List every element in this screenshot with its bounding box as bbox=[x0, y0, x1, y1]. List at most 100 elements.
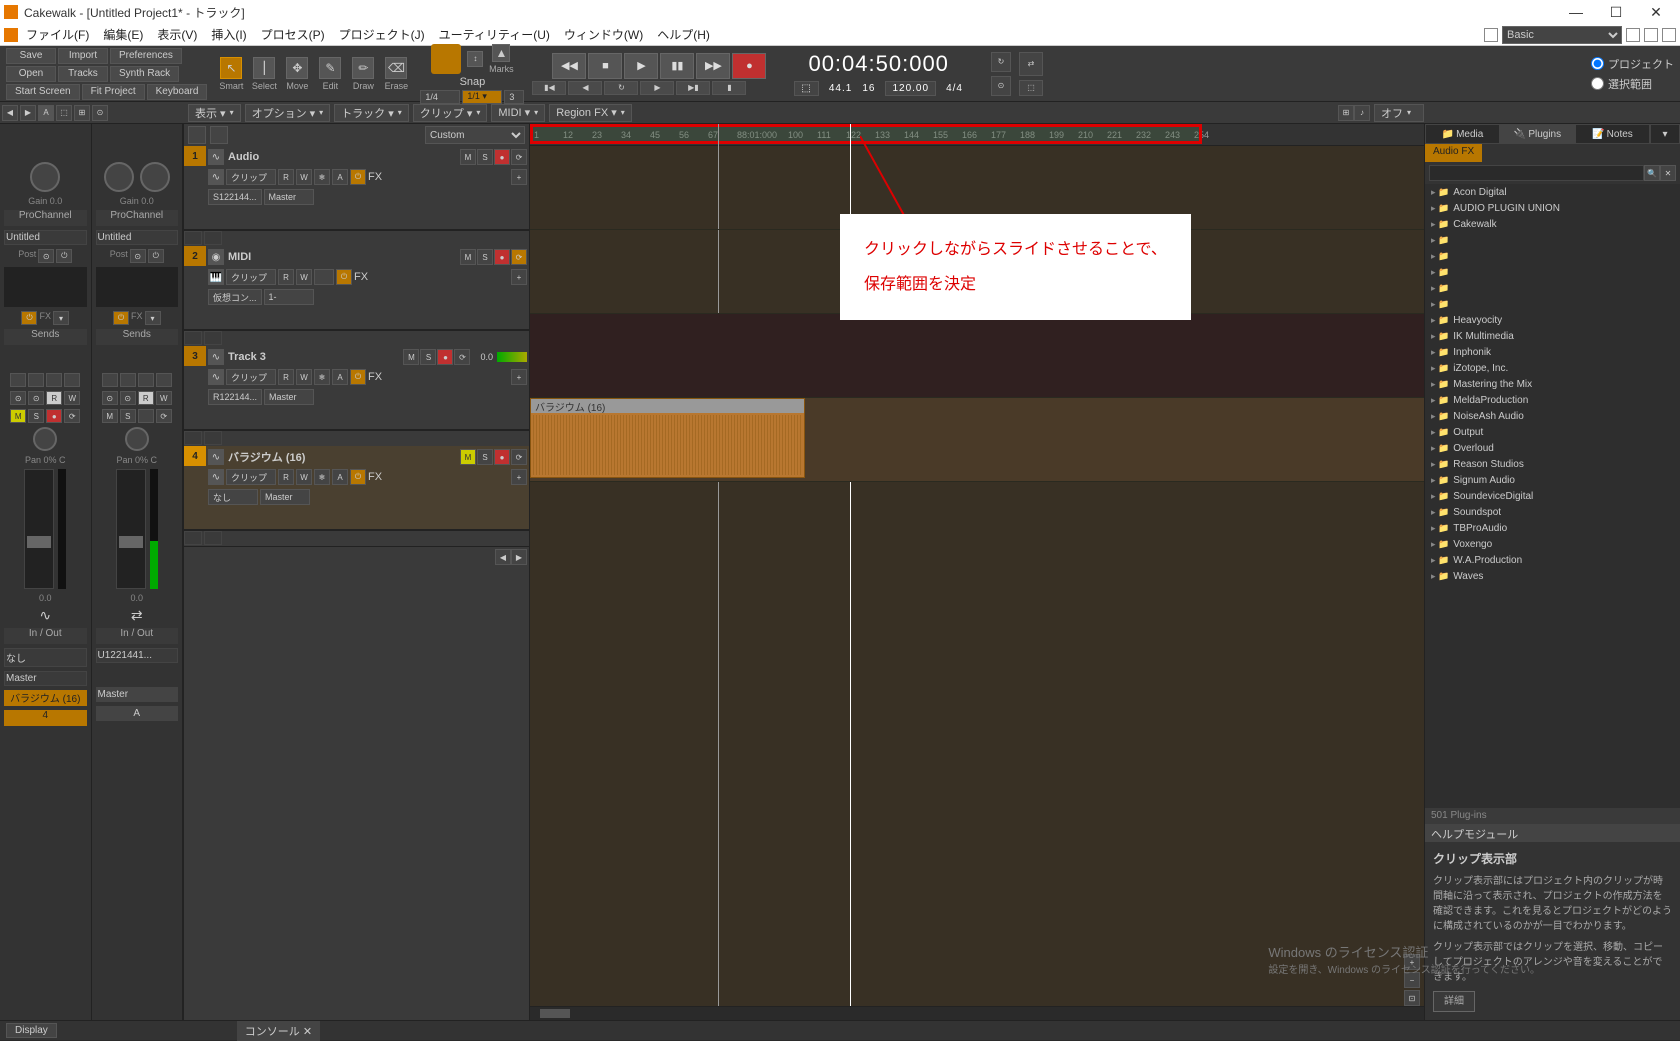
add-track-button[interactable] bbox=[188, 126, 206, 144]
midi-menu[interactable]: MIDI ▾ bbox=[491, 104, 545, 122]
mute-button[interactable]: M bbox=[403, 349, 419, 365]
clips-pane[interactable]: 11223 344556 6788:01:000100 111122133 14… bbox=[530, 124, 1424, 1020]
bus-post-power[interactable]: ⏻ bbox=[148, 249, 164, 263]
freeze-button[interactable]: ❄ bbox=[314, 469, 330, 485]
view-menu[interactable]: 表示 ▾ bbox=[188, 104, 241, 122]
minimize-button[interactable]: — bbox=[1556, 4, 1596, 21]
time-ruler[interactable]: 11223 344556 6788:01:000100 111122133 14… bbox=[530, 124, 1424, 146]
plugin-folder[interactable]: Waves bbox=[1425, 568, 1680, 584]
automation-button[interactable] bbox=[204, 531, 222, 545]
notes-tab[interactable]: 📝 Notes bbox=[1575, 124, 1650, 144]
select-icon[interactable]: ⬚ bbox=[1019, 80, 1043, 96]
display-menu[interactable]: Display bbox=[6, 1023, 57, 1038]
console-tab[interactable]: コンソール ✕ bbox=[237, 1021, 320, 1041]
track-name[interactable]: Track 3 bbox=[228, 351, 399, 363]
solo-button[interactable]: S bbox=[477, 149, 493, 165]
clip-menu[interactable]: クリップ ▾ bbox=[413, 104, 488, 122]
fx-add-button[interactable]: + bbox=[511, 369, 527, 385]
bus-echo-btn[interactable]: ⟳ bbox=[156, 409, 172, 423]
edit-filter[interactable]: クリップ bbox=[226, 269, 276, 285]
write-button[interactable]: W bbox=[296, 369, 312, 385]
mute-btn[interactable]: M bbox=[10, 409, 26, 423]
arranger-button[interactable]: ⊞ bbox=[1338, 105, 1354, 121]
track-row[interactable]: 1 ∿ Audio M S ● ⟳ ∿ クリップ RW ❄A bbox=[184, 146, 529, 230]
maximize-button[interactable]: ☐ bbox=[1596, 4, 1636, 21]
export-icon[interactable]: ⇄ bbox=[1019, 52, 1043, 76]
inspector-tab-a[interactable]: A bbox=[38, 105, 54, 121]
fx-label[interactable]: FX bbox=[368, 471, 382, 483]
help-details-button[interactable]: 詳細 bbox=[1433, 991, 1475, 1012]
preset-select[interactable]: Untitled bbox=[4, 230, 87, 245]
bus-pan-knob[interactable] bbox=[140, 162, 170, 192]
sends-header[interactable]: Sends bbox=[4, 329, 87, 345]
plugin-folder[interactable]: AUDIO PLUGIN UNION bbox=[1425, 200, 1680, 216]
bus-msr-2[interactable] bbox=[120, 373, 136, 387]
track-number[interactable]: 3 bbox=[184, 346, 206, 366]
plugin-folder[interactable]: IK Multimedia bbox=[1425, 328, 1680, 344]
tempo-value[interactable]: 120.00 bbox=[885, 81, 936, 96]
plugin-folder[interactable] bbox=[1425, 232, 1680, 248]
keyboard-button[interactable]: Keyboard bbox=[147, 84, 208, 100]
bus-gain-knob[interactable] bbox=[104, 162, 134, 192]
fx-label[interactable]: FX bbox=[354, 271, 368, 283]
bus-sends-header[interactable]: Sends bbox=[96, 329, 179, 345]
import-button[interactable]: Import bbox=[58, 48, 108, 64]
fx-power-button[interactable]: ⏻ bbox=[350, 369, 366, 385]
lanes-button[interactable] bbox=[184, 431, 202, 445]
automation-button[interactable] bbox=[204, 231, 222, 245]
fx-power[interactable]: ⏻ bbox=[21, 311, 37, 325]
auto-w[interactable]: ⊙ bbox=[28, 391, 44, 405]
plugin-folder[interactable]: Output bbox=[1425, 424, 1680, 440]
track-lane[interactable] bbox=[530, 314, 1424, 398]
close-button[interactable]: ✕ bbox=[1636, 4, 1676, 21]
synthrack-button[interactable]: Synth Rack bbox=[110, 66, 179, 82]
timesig-value[interactable]: 4/4 bbox=[946, 83, 963, 94]
select-tool[interactable]: ⎮Select bbox=[248, 57, 280, 91]
edit-filter[interactable]: クリップ bbox=[226, 369, 276, 385]
read-button[interactable]: R bbox=[278, 269, 294, 285]
metronome-button[interactable]: ▮ bbox=[712, 81, 746, 95]
regionfx-menu[interactable]: Region FX ▾ bbox=[549, 104, 632, 122]
fx-power-button[interactable]: ⏻ bbox=[350, 469, 366, 485]
rewind-button[interactable]: ◀◀ bbox=[552, 53, 586, 79]
bus-volume-fader[interactable] bbox=[116, 469, 146, 589]
archive-button[interactable]: A bbox=[332, 469, 348, 485]
menu-edit[interactable]: 編集(E) bbox=[103, 26, 143, 43]
mute-button[interactable]: M bbox=[460, 249, 476, 265]
echo-button[interactable]: ⟳ bbox=[511, 249, 527, 265]
plugin-folder[interactable]: iZotope, Inc. bbox=[1425, 360, 1680, 376]
bus-link-icon[interactable]: ⇄ bbox=[131, 607, 143, 624]
fx-label[interactable]: FX bbox=[368, 171, 382, 183]
arm-button[interactable]: ● bbox=[494, 449, 510, 465]
snap-beat-2[interactable]: 1/1 ▾ bbox=[462, 90, 502, 104]
plugin-folder[interactable] bbox=[1425, 264, 1680, 280]
write-button[interactable]: W bbox=[296, 169, 312, 185]
search-clear[interactable]: ✕ bbox=[1660, 165, 1676, 181]
prev-marker[interactable]: ◀ bbox=[568, 81, 602, 95]
output-select[interactable]: Master bbox=[4, 671, 87, 686]
plugin-folder[interactable]: Cakewalk bbox=[1425, 216, 1680, 232]
bus-arm-btn[interactable] bbox=[138, 409, 154, 423]
pause-button[interactable]: ▮▮ bbox=[660, 53, 694, 79]
media-tab[interactable]: 📁 Media bbox=[1425, 124, 1500, 144]
write-button[interactable]: W bbox=[296, 269, 312, 285]
auto-r[interactable]: ⊙ bbox=[10, 391, 26, 405]
archive-button[interactable]: A bbox=[332, 169, 348, 185]
msr-4[interactable] bbox=[64, 373, 80, 387]
bus-fx-add[interactable]: ▾ bbox=[145, 311, 161, 325]
audio-clip[interactable]: バラジウム (16) bbox=[530, 398, 805, 478]
solo-button[interactable]: S bbox=[420, 349, 436, 365]
ws-btn-1[interactable] bbox=[1626, 28, 1640, 42]
menu-view[interactable]: 表示(V) bbox=[157, 26, 197, 43]
track-number[interactable]: 4 bbox=[184, 446, 206, 466]
arm-button[interactable]: ● bbox=[437, 349, 453, 365]
archive-button[interactable]: A bbox=[332, 369, 348, 385]
punch-icon[interactable]: ⊙ bbox=[991, 76, 1011, 96]
solo-btn[interactable]: S bbox=[28, 409, 44, 423]
echo-button[interactable]: ⟳ bbox=[511, 149, 527, 165]
fx-add-button[interactable]: + bbox=[511, 469, 527, 485]
bus-fx-power[interactable]: ⏻ bbox=[113, 311, 129, 325]
marks-tool[interactable]: ▲Marks bbox=[489, 44, 513, 74]
bus-solo-btn[interactable]: S bbox=[120, 409, 136, 423]
track-row[interactable]: 2 ◉ MIDI M S ● ⟳ 🎹 クリップ RW bbox=[184, 246, 529, 330]
